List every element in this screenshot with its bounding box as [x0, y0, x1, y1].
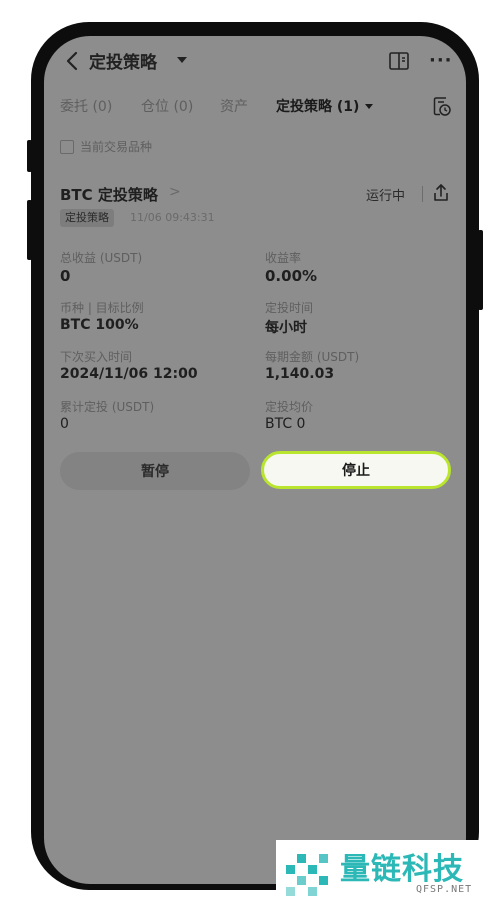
tab-dropdown-icon[interactable]: [365, 104, 373, 109]
chevron-left-icon[interactable]: [62, 49, 84, 73]
avg-price-value: BTC 0: [265, 416, 306, 432]
total-profit-label: 总收益 (USDT): [60, 251, 143, 265]
history-icon[interactable]: [432, 96, 452, 118]
watermark: 量链科技 QFSP.NET: [276, 840, 500, 903]
strategy-status: 运行中: [366, 189, 406, 204]
return-rate-value: 0.00%: [265, 267, 318, 285]
total-profit-value: 0: [60, 267, 71, 285]
avg-price-label: 定投均价: [265, 400, 314, 414]
page-title[interactable]: 定投策略: [89, 48, 157, 73]
phone-side-button: [478, 230, 483, 310]
watermark-domain: QFSP.NET: [416, 884, 473, 895]
return-rate-label: 收益率: [265, 251, 302, 265]
created-timestamp: 11/06 09:43:31: [130, 211, 215, 224]
next-buy-label: 下次买入时间: [60, 350, 133, 364]
tab-dca-strategy[interactable]: 定投策略 (1): [276, 96, 359, 116]
book-icon[interactable]: [388, 50, 410, 72]
strategy-name[interactable]: BTC 定投策略: [60, 184, 158, 205]
tab-assets[interactable]: 资产: [220, 96, 248, 116]
share-icon[interactable]: [431, 182, 451, 204]
more-icon[interactable]: ···: [429, 50, 453, 71]
tab-orders[interactable]: 委托 (0): [60, 96, 112, 116]
app-screen: 定投策略 ··· 委托 (0) 仓位 (0) 资产 定投策略 (1) 当前交易品…: [44, 36, 466, 884]
strategy-type-badge: 定投策略: [60, 209, 114, 227]
total-invested-label: 累计定投 (USDT): [60, 400, 155, 414]
period-amount-label: 每期金额 (USDT): [265, 350, 360, 364]
current-symbol-label[interactable]: 当前交易品种: [80, 138, 152, 155]
brand-logo-icon: [286, 854, 328, 896]
current-symbol-checkbox[interactable]: [60, 140, 74, 154]
tab-positions[interactable]: 仓位 (0): [141, 96, 193, 116]
chevron-right-icon[interactable]: >: [169, 184, 181, 200]
pause-button[interactable]: 暂停: [60, 452, 250, 490]
coin-ratio-value: BTC 100%: [60, 317, 139, 333]
stop-button[interactable]: 停止: [261, 451, 451, 489]
period-amount-value: 1,140.03: [265, 366, 335, 382]
watermark-brand-name: 量链科技: [340, 852, 464, 887]
invest-time-label: 定投时间: [265, 301, 314, 315]
divider: [422, 186, 423, 202]
phone-side-button: [27, 200, 32, 260]
phone-side-button: [27, 140, 32, 172]
next-buy-value: 2024/11/06 12:00: [60, 366, 198, 382]
title-dropdown-icon[interactable]: [177, 57, 187, 63]
coin-ratio-label: 币种 | 目标比例: [60, 301, 144, 315]
invest-time-value: 每小时: [265, 320, 307, 336]
total-invested-value: 0: [60, 416, 69, 432]
